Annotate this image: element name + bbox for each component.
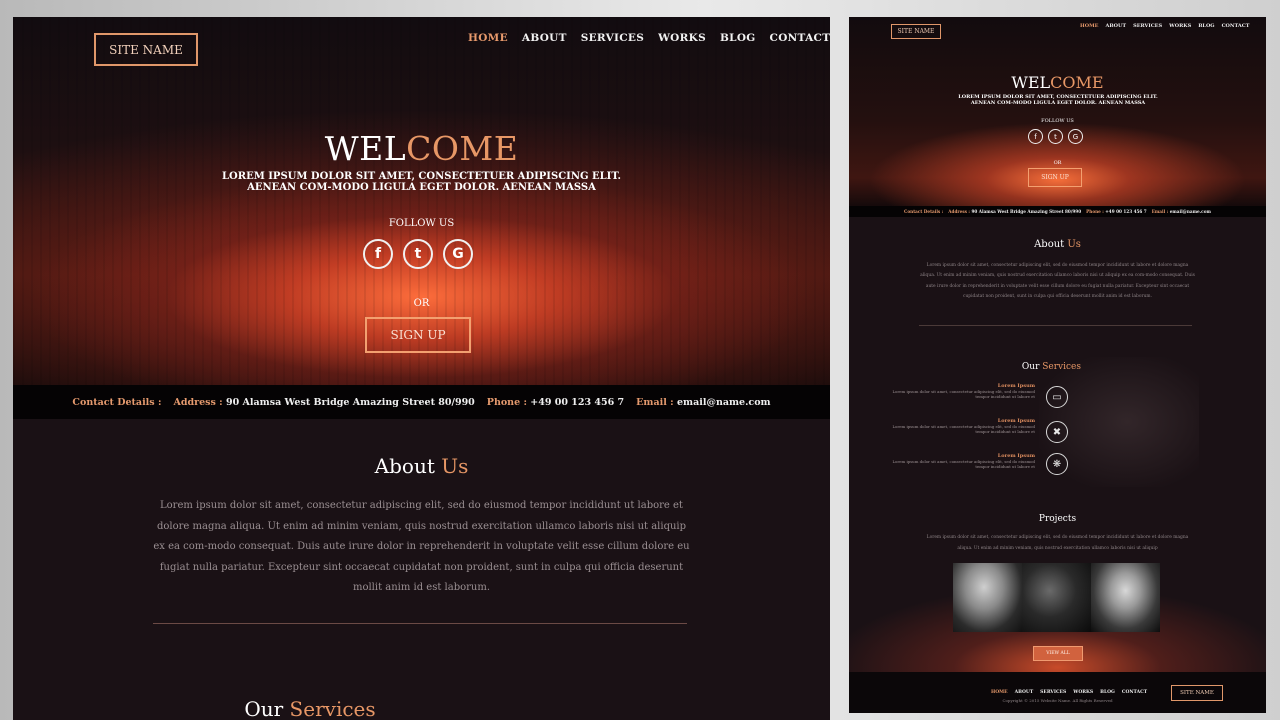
- project-photos: [953, 563, 1160, 632]
- footer-nav-services[interactable]: SERVICES: [1040, 690, 1066, 695]
- project-photo[interactable]: [1022, 563, 1091, 632]
- view-all-button[interactable]: VIEW ALL: [1033, 646, 1083, 661]
- nav-about-small[interactable]: ABOUT: [1105, 23, 1126, 29]
- service-item: Lorem Ipsum Lorem ipsum dolor sit amet, …: [889, 383, 1035, 399]
- facebook-icon[interactable]: f: [1028, 129, 1043, 144]
- phone-value-small: +49 00 123 456 7: [1105, 209, 1147, 214]
- services-title-part2-small: Services: [1042, 362, 1081, 372]
- email-value-small[interactable]: email@name.com: [1170, 209, 1211, 214]
- phone-label-small: Phone :: [1086, 209, 1104, 214]
- project-photo[interactable]: [953, 563, 1022, 632]
- footer-nav-home[interactable]: HOME: [991, 690, 1008, 695]
- service-desc: Lorem ipsum dolor sit amet, consectetur …: [892, 424, 1035, 434]
- nav-home-small[interactable]: HOME: [1080, 23, 1098, 29]
- nav-contact[interactable]: CONTACT: [770, 32, 830, 44]
- or-label: OR: [413, 298, 430, 309]
- or-label-small: OR: [1053, 160, 1062, 166]
- nav-blog-small[interactable]: BLOG: [1198, 23, 1214, 29]
- projects-text: Lorem ipsum dolor sit amet, consectetur …: [926, 535, 1189, 551]
- section-divider-small: [919, 325, 1192, 326]
- google-icon[interactable]: G: [1068, 129, 1083, 144]
- services-title-part2: Services: [289, 697, 376, 720]
- welcome-part2-small: COME: [1050, 73, 1104, 92]
- social-icons: f t G: [363, 239, 473, 269]
- service-desc: Lorem ipsum dolor sit amet, consectetur …: [892, 389, 1035, 399]
- nav-works[interactable]: WORKS: [658, 32, 706, 44]
- signup-button-small[interactable]: SIGN UP: [1028, 168, 1082, 187]
- section-divider: [153, 623, 687, 624]
- services-title-part1-small: Our: [1021, 362, 1043, 372]
- main-nav: HOME ABOUT SERVICES WORKS BLOG CONTACT: [468, 32, 830, 44]
- contact-details-label: Contact Details :: [72, 396, 162, 408]
- project-photo[interactable]: [1091, 563, 1160, 632]
- hero-subtitle: LOREM IPSUM DOLOR SIT AMET, CONSECTETUER…: [222, 171, 621, 193]
- contact-details-label-small: Contact Details :: [904, 209, 944, 214]
- follow-us-label: FOLLOW US: [388, 218, 455, 229]
- address-value: 90 Alamsa West Bridge Amazing Street 80/…: [226, 396, 475, 408]
- about-title-part2: Us: [441, 454, 469, 478]
- laptop-icon: ▭: [1046, 386, 1068, 408]
- nav-services[interactable]: SERVICES: [581, 32, 644, 44]
- small-page-preview: SITE NAME HOME ABOUT SERVICES WORKS BLOG…: [849, 17, 1266, 713]
- tools-icon: ✖: [1046, 421, 1068, 443]
- follow-us-label-small: FOLLOW US: [1041, 118, 1074, 124]
- email-value[interactable]: email@name.com: [677, 397, 771, 408]
- twitter-icon[interactable]: t: [403, 239, 433, 269]
- nav-works-small[interactable]: WORKS: [1169, 23, 1191, 29]
- about-text-small: Lorem ipsum dolor sit amet, consectetur …: [920, 263, 1195, 299]
- large-page-preview: SITE NAME HOME ABOUT SERVICES WORKS BLOG…: [13, 17, 830, 720]
- footer-nav-about[interactable]: ABOUT: [1015, 690, 1034, 695]
- footer-nav-blog[interactable]: BLOG: [1100, 690, 1115, 695]
- welcome-part1: WEL: [324, 129, 407, 168]
- signup-button[interactable]: SIGN UP: [365, 317, 471, 353]
- phone-label: Phone :: [486, 396, 527, 408]
- welcome-heading: WELCOME: [13, 129, 830, 168]
- welcome-heading-small: WELCOME: [849, 73, 1266, 92]
- footer-nav-contact[interactable]: CONTACT: [1122, 690, 1147, 695]
- projects-title: Projects: [1038, 514, 1077, 524]
- google-icon[interactable]: G: [443, 239, 473, 269]
- site-name-logo-small[interactable]: SITE NAME: [891, 24, 941, 39]
- contact-bar: Contact Details : Address : 90 Alamsa We…: [13, 385, 830, 419]
- nav-services-small[interactable]: SERVICES: [1133, 23, 1162, 29]
- nav-contact-small[interactable]: CONTACT: [1222, 23, 1250, 29]
- services-title-part1: Our: [244, 697, 290, 720]
- email-label-small: Email :: [1151, 209, 1169, 214]
- site-name-logo[interactable]: SITE NAME: [94, 33, 198, 66]
- service-item: Lorem Ipsum Lorem ipsum dolor sit amet, …: [889, 453, 1035, 469]
- about-text: Lorem ipsum dolor sit amet, consectetur …: [153, 500, 690, 593]
- about-title-part1-small: About: [1034, 239, 1068, 250]
- footer-nav: HOME ABOUT SERVICES WORKS BLOG CONTACT: [991, 690, 1147, 695]
- phone-value: +49 00 123 456 7: [530, 396, 625, 408]
- nav-blog[interactable]: BLOG: [720, 32, 756, 44]
- facebook-icon[interactable]: f: [363, 239, 393, 269]
- welcome-part1-small: WEL: [1011, 73, 1051, 92]
- footer-site-name-logo[interactable]: SITE NAME: [1171, 685, 1223, 701]
- nav-home[interactable]: HOME: [468, 32, 508, 44]
- main-nav-small: HOME ABOUT SERVICES WORKS BLOG CONTACT: [1080, 23, 1250, 29]
- services-title: Our Services: [13, 697, 607, 720]
- network-icon: ❋: [1046, 453, 1068, 475]
- email-label: Email :: [636, 396, 674, 408]
- address-label-small: Address :: [948, 209, 970, 214]
- hero-subtitle-small: LOREM IPSUM DOLOR SIT AMET, CONSECTETUER…: [958, 94, 1158, 106]
- social-icons-small: f t G: [1028, 129, 1083, 144]
- welcome-part2: COME: [406, 129, 519, 168]
- address-value-small: 90 Alamsa West Bridge Amazing Street 80/…: [971, 209, 1082, 214]
- twitter-icon[interactable]: t: [1048, 129, 1063, 144]
- footer-nav-works[interactable]: WORKS: [1073, 690, 1093, 695]
- nav-about[interactable]: ABOUT: [522, 32, 567, 44]
- address-label: Address :: [173, 396, 223, 408]
- contact-bar-small: Contact Details : Address : 90 Alamsa We…: [849, 206, 1266, 217]
- services-title-small: Our Services: [909, 362, 1081, 372]
- service-desc: Lorem ipsum dolor sit amet, consectetur …: [892, 459, 1035, 469]
- about-title-part2-small: Us: [1067, 239, 1081, 250]
- about-title: About Us: [13, 454, 830, 478]
- about-title-small: About Us: [849, 239, 1266, 250]
- service-item: Lorem Ipsum Lorem ipsum dolor sit amet, …: [889, 418, 1035, 434]
- about-title-part1: About: [374, 454, 442, 478]
